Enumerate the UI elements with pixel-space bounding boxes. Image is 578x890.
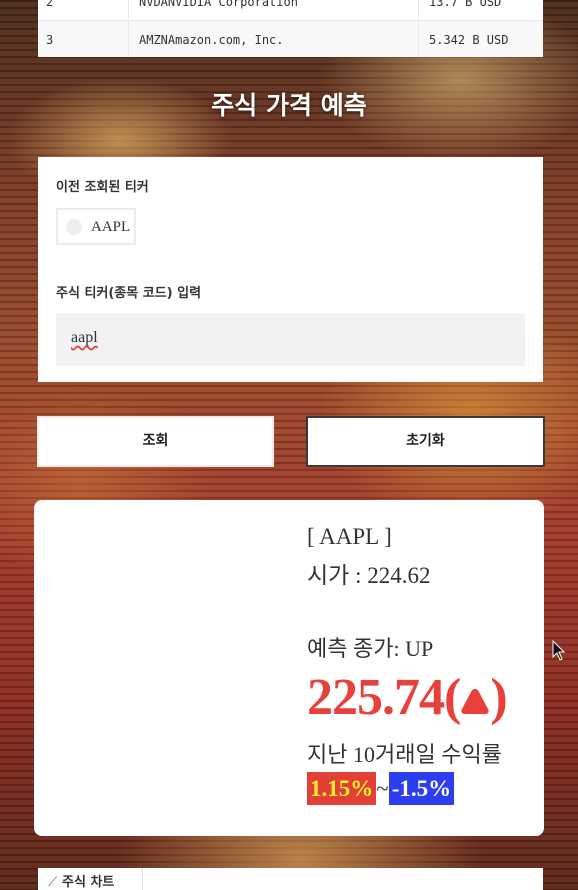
stock-table: 2 NVDANVIDIA Corporation 13.7 B USD 3 AM… bbox=[38, 0, 543, 57]
ticker-input-label: 주식 티커(종목 코드) 입력 bbox=[56, 286, 202, 301]
return-range: 1.15% ~ -1.5% bbox=[307, 772, 455, 805]
predicted-price-suffix: ) bbox=[490, 669, 507, 726]
query-button[interactable]: 조회 bbox=[37, 416, 274, 467]
predicted-close-price: 225.74() bbox=[307, 668, 508, 727]
return-range-label: 지난 10거래일 수익률 bbox=[307, 742, 502, 767]
tab-stock-chart[interactable]: ⟋ 주식 차트 bbox=[38, 868, 143, 890]
ticker-input[interactable] bbox=[56, 313, 525, 366]
table-cell-name: AMZNAmazon.com, Inc. bbox=[128, 21, 284, 57]
table-cell-name: NVDANVIDIA Corporation bbox=[128, 0, 298, 19]
table-row: 2 NVDANVIDIA Corporation 13.7 B USD bbox=[38, 0, 543, 19]
chart-icon: ⟋ bbox=[48, 875, 58, 890]
radio-icon[interactable] bbox=[66, 219, 82, 235]
result-ticker: [ AAPL ] bbox=[307, 524, 392, 549]
page-title: 주식 가격 예측 bbox=[211, 91, 367, 120]
result-open-price: 시가 : 224.62 bbox=[307, 563, 431, 588]
history-chip-label: AAPL bbox=[91, 219, 131, 235]
predicted-price-value: 225.74( bbox=[307, 669, 461, 726]
tab-label: 주식 차트 bbox=[62, 875, 115, 890]
table-cell-value: 13.7 B USD bbox=[418, 0, 501, 19]
table-cell-rank: 2 bbox=[46, 0, 54, 9]
history-label: 이전 조회된 티커 bbox=[56, 180, 149, 195]
prediction-result-card: [ AAPL ] 시가 : 224.62 예측 종가: UP 225.74() … bbox=[34, 500, 544, 836]
range-separator: ~ bbox=[376, 776, 389, 801]
table-row: 3 AMZNAmazon.com, Inc. 5.342 B USD bbox=[38, 20, 543, 57]
return-high-badge: 1.15% bbox=[307, 772, 377, 805]
mouse-cursor-icon bbox=[552, 640, 566, 661]
result-prediction: 예측 종가: UP bbox=[307, 636, 434, 661]
table-cell-value: 5.342 B USD bbox=[418, 21, 508, 57]
table-cell-rank: 3 bbox=[46, 33, 54, 47]
tab-strip: ⟋ 주식 차트 bbox=[38, 868, 543, 890]
reset-button[interactable]: 초기화 bbox=[306, 416, 545, 467]
ticker-form-card: 이전 조회된 티커 AAPL 주식 티커(종목 코드) 입력 aapl bbox=[38, 157, 543, 382]
return-low-badge: -1.5% bbox=[388, 772, 455, 805]
history-chip-aapl[interactable]: AAPL bbox=[56, 208, 136, 245]
up-triangle-icon bbox=[461, 689, 489, 714]
